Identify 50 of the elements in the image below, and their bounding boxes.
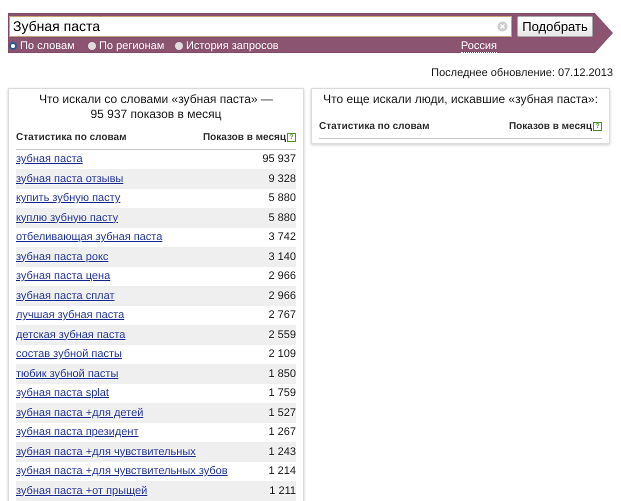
phrase-link[interactable]: зубная паста +для чувствительных (16, 444, 196, 460)
count-text: 5 880 (268, 191, 296, 206)
count-text: 3 742 (268, 230, 296, 245)
mode-radio[interactable]: История запросов (175, 38, 279, 54)
search-field[interactable]: Зубная паста (9, 16, 512, 37)
phrase-link[interactable]: зубная паста президент (16, 424, 138, 440)
panel-title: Что искали со словами «зубная паста» — 95 937 показов в месяц (38, 92, 274, 122)
phrase-link[interactable]: зубная паста +для детей (16, 404, 144, 421)
phrase-link[interactable]: зубная паста (16, 151, 83, 168)
region-link[interactable]: Россия (460, 40, 497, 52)
count-text: 1 214 (268, 464, 296, 479)
phrase-link[interactable]: зубная паста отзывы (16, 170, 124, 187)
column-header: Статистика по словам (319, 120, 430, 134)
count-text: 2 966 (268, 288, 296, 304)
phrase-link[interactable]: купить зубную пасту (16, 190, 120, 206)
count-text: 9 328 (268, 172, 296, 186)
count-text: 3 140 (268, 250, 296, 264)
count-text: 2 966 (268, 269, 296, 284)
phrase-link[interactable]: детская зубная паста (16, 326, 126, 343)
count-text: 1 267 (268, 425, 296, 440)
column-header: Показов в месяц (508, 120, 592, 134)
count-text: 95 937 (262, 152, 296, 167)
count-text: 1 243 (268, 444, 296, 460)
count-text: 2 109 (268, 347, 296, 362)
search-button[interactable]: Подобрать (517, 16, 593, 37)
phrase-link[interactable]: куплю зубную пасту (16, 210, 118, 226)
phrase-link[interactable]: зубная паста +для чувствительных зубов (16, 463, 228, 480)
phrase-link[interactable]: зубная паста +от прыщей (16, 482, 148, 499)
phrase-link[interactable]: лучшая зубная паста (16, 307, 124, 324)
phrase-link[interactable]: отбеливающая зубная паста (16, 229, 162, 246)
mode-radio[interactable]: По словам (9, 38, 88, 54)
count-text: 1 850 (268, 366, 296, 382)
count-text: 1 527 (268, 406, 296, 420)
count-text: 1 759 (268, 386, 296, 401)
phrase-link[interactable]: состав зубной пасты (16, 346, 122, 362)
clear-icon[interactable] (497, 21, 508, 32)
last-update-text: Последнее обновление: 07.12.2013 (431, 66, 613, 81)
phrase-link[interactable]: тюбик зубной пасты (16, 366, 118, 382)
phrase-link[interactable]: зубная паста цена (16, 268, 110, 284)
count-text: 5 880 (268, 210, 296, 226)
panel-title: Что еще искали люди, искавшие «зубная паста»: (322, 92, 599, 106)
phrase-link[interactable]: зубная паста splat (16, 385, 109, 402)
phrase-link[interactable]: зубная паста сплат (16, 288, 115, 304)
count-text: 2 559 (268, 328, 296, 342)
column-header: Статистика по словам (16, 130, 126, 144)
count-text: 1 211 (269, 484, 296, 498)
column-header: Показов в месяц (202, 130, 286, 144)
count-text: 2 767 (268, 308, 296, 323)
mode-radio[interactable]: По регионам (88, 38, 175, 54)
phrase-link[interactable]: зубная паста рокс (16, 248, 108, 265)
